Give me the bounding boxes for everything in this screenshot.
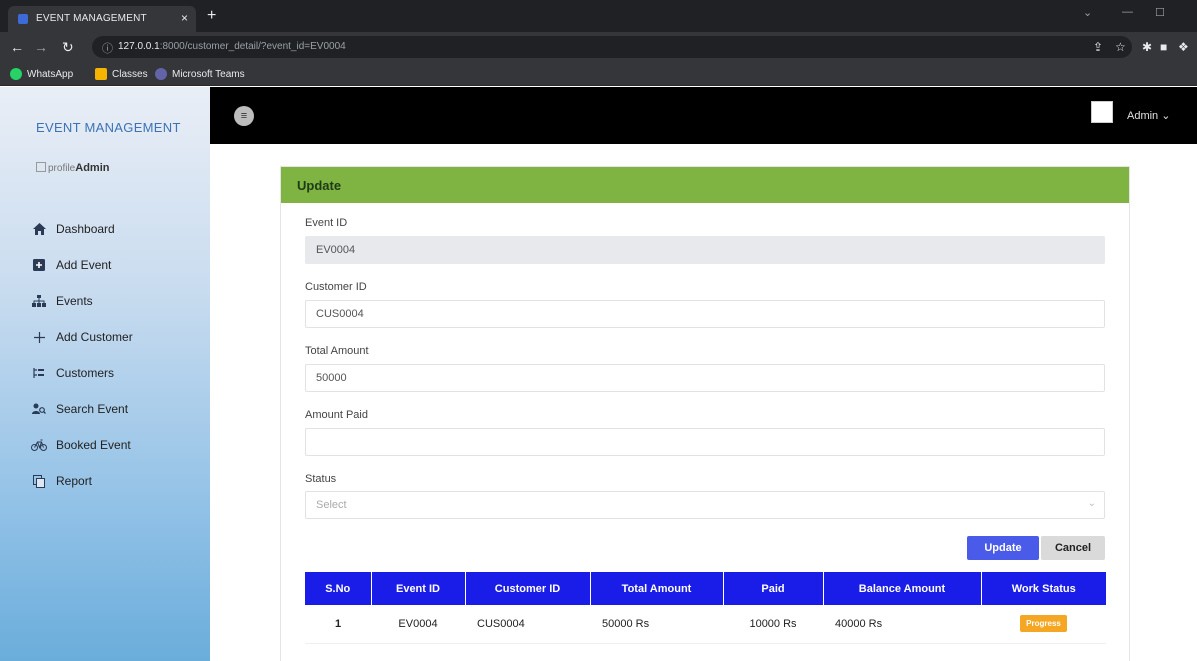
column-header: Balance Amount <box>823 572 982 605</box>
sidebar-item-label: Events <box>56 294 93 308</box>
chevron-down-icon: ⌄ <box>1161 110 1171 122</box>
bookmarks-bar: WhatsApp Classes Microsoft Teams <box>0 62 1197 86</box>
sidebar-item-add-event[interactable]: Add Event <box>28 247 133 283</box>
column-header: S.No <box>305 572 372 605</box>
url-text: 127.0.0.1:8000/customer_detail/?event_id… <box>118 41 346 52</box>
user-search-icon <box>28 403 50 415</box>
whatsapp-icon <box>10 68 22 80</box>
home-icon <box>28 223 50 235</box>
status-label: Status <box>305 473 337 485</box>
customer-id-label: Customer ID <box>305 281 367 293</box>
bicycle-icon <box>28 439 50 451</box>
column-header: Customer ID <box>465 572 591 605</box>
sidebar-item-label: Add Event <box>56 258 112 272</box>
sidebar-item-add-customer[interactable]: Add Customer <box>28 319 133 355</box>
broken-image-icon <box>36 162 46 172</box>
sidebar-menu: Dashboard Add Event Events Add Customer … <box>28 211 133 499</box>
table-cell: EV0004 <box>371 605 465 644</box>
table-row: 1 EV0004 CUS0004 50000 Rs 10000 Rs 40000… <box>305 605 1106 644</box>
classroom-icon <box>95 68 107 80</box>
column-header: Total Amount <box>590 572 724 605</box>
tab-close-icon[interactable]: × <box>181 11 188 25</box>
brand-title[interactable]: EVENT MANAGEMENT <box>36 120 181 135</box>
status-badge: Progress <box>1020 615 1067 633</box>
table-header-row: S.No Event ID Customer ID Total Amount P… <box>305 572 1106 605</box>
bookmark-whatsapp[interactable]: WhatsApp <box>10 68 73 80</box>
table-cell: 50000 Rs <box>590 605 723 644</box>
total-amount-label: Total Amount <box>305 345 369 357</box>
table-cell: 10000 Rs <box>723 605 823 644</box>
top-header: ≡ Admin ⌄ <box>210 87 1197 144</box>
update-card: Update Event ID EV0004 Customer ID CUS00… <box>280 166 1130 661</box>
minimize-icon[interactable]: — <box>1122 6 1133 18</box>
status-selected-value: Select <box>316 499 347 511</box>
sidebar-item-dashboard[interactable]: Dashboard <box>28 211 133 247</box>
bookmark-teams[interactable]: Microsoft Teams <box>155 68 245 80</box>
sidebar-item-label: Customers <box>56 366 115 380</box>
browser-tab[interactable]: EVENT MANAGEMENT × <box>8 6 196 32</box>
avatar[interactable] <box>1091 101 1113 123</box>
amount-paid-label: Amount Paid <box>305 409 368 421</box>
favicon-icon <box>18 14 28 24</box>
sidebar-item-events[interactable]: Events <box>28 283 133 319</box>
sidebar-item-booked-event[interactable]: Booked Event <box>28 427 133 463</box>
teams-icon <box>155 68 167 80</box>
profile-image-alt: profile <box>48 163 76 174</box>
profile-name: Admin <box>75 162 110 174</box>
sidebar-item-customers[interactable]: Customers <box>28 355 133 391</box>
column-header: Work Status <box>981 572 1106 605</box>
browser-toolbar: ← → ↻ ⓘ 127.0.0.1:8000/customer_detail/?… <box>0 32 1197 62</box>
sidebar-item-label: Add Customer <box>56 330 133 344</box>
sidebar: EVENT MANAGEMENT profileAdmin Dashboard … <box>0 87 210 661</box>
column-header: Event ID <box>371 572 466 605</box>
tab-title: EVENT MANAGEMENT <box>36 13 147 24</box>
bookmark-classes[interactable]: Classes <box>95 68 148 80</box>
maximize-icon[interactable]: ☐ <box>1155 6 1165 19</box>
event-table: S.No Event ID Customer ID Total Amount P… <box>305 572 1106 644</box>
reload-icon[interactable]: ↻ <box>62 39 74 56</box>
chevron-down-icon: ⌄ <box>1087 498 1096 509</box>
profile-block: profileAdmin <box>36 162 109 174</box>
address-bar[interactable]: ⓘ 127.0.0.1:8000/customer_detail/?event_… <box>92 36 1132 58</box>
browser-tabbar: EVENT MANAGEMENT × + ⌄ — ☐ <box>0 0 1197 32</box>
copy-icon <box>28 474 50 488</box>
menu-toggle-icon[interactable]: ≡ <box>234 106 254 126</box>
sitemap-icon <box>28 295 50 307</box>
status-select[interactable]: Select ⌄ <box>305 491 1105 519</box>
plus-square-icon <box>28 259 50 271</box>
update-button[interactable]: Update <box>967 536 1039 560</box>
amount-paid-field[interactable] <box>305 428 1105 456</box>
bookmark-star-icon[interactable]: ☆ <box>1115 40 1126 54</box>
sidebar-item-label: Search Event <box>56 402 129 416</box>
site-info-icon[interactable]: ⓘ <box>102 40 113 56</box>
table-cell: Progress <box>981 605 1106 644</box>
extensions-icon[interactable]: ✱ <box>1142 40 1152 54</box>
plus-icon <box>28 331 50 343</box>
sidebar-item-label: Booked Event <box>56 438 131 452</box>
customer-id-field[interactable]: CUS0004 <box>305 300 1105 328</box>
tab-search-icon[interactable]: ⌄ <box>1083 6 1092 19</box>
total-amount-field[interactable]: 50000 <box>305 364 1105 392</box>
table-cell: 40000 Rs <box>823 605 981 644</box>
sidebar-item-search-event[interactable]: Search Event <box>28 391 133 427</box>
list-tree-icon <box>28 367 50 379</box>
sidebar-item-label: Dashboard <box>56 222 115 236</box>
share-icon[interactable]: ⇪ <box>1093 40 1103 54</box>
event-id-field[interactable]: EV0004 <box>305 236 1105 264</box>
cancel-button[interactable]: Cancel <box>1041 536 1105 560</box>
new-tab-icon[interactable]: + <box>207 7 216 25</box>
table-cell: 1 <box>305 605 371 644</box>
profile-extension-icon[interactable]: ❖ <box>1178 40 1189 54</box>
table-cell: CUS0004 <box>465 605 590 644</box>
sidepanel-icon[interactable]: ■ <box>1160 40 1167 54</box>
back-icon[interactable]: ← <box>10 39 24 55</box>
column-header: Paid <box>723 572 824 605</box>
user-menu[interactable]: Admin ⌄ <box>1127 109 1170 122</box>
user-name: Admin <box>1127 110 1159 122</box>
sidebar-item-report[interactable]: Report <box>28 463 133 499</box>
card-title: Update <box>281 167 1129 203</box>
forward-icon[interactable]: → <box>34 39 48 55</box>
event-id-label: Event ID <box>305 217 348 229</box>
sidebar-item-label: Report <box>56 474 93 488</box>
